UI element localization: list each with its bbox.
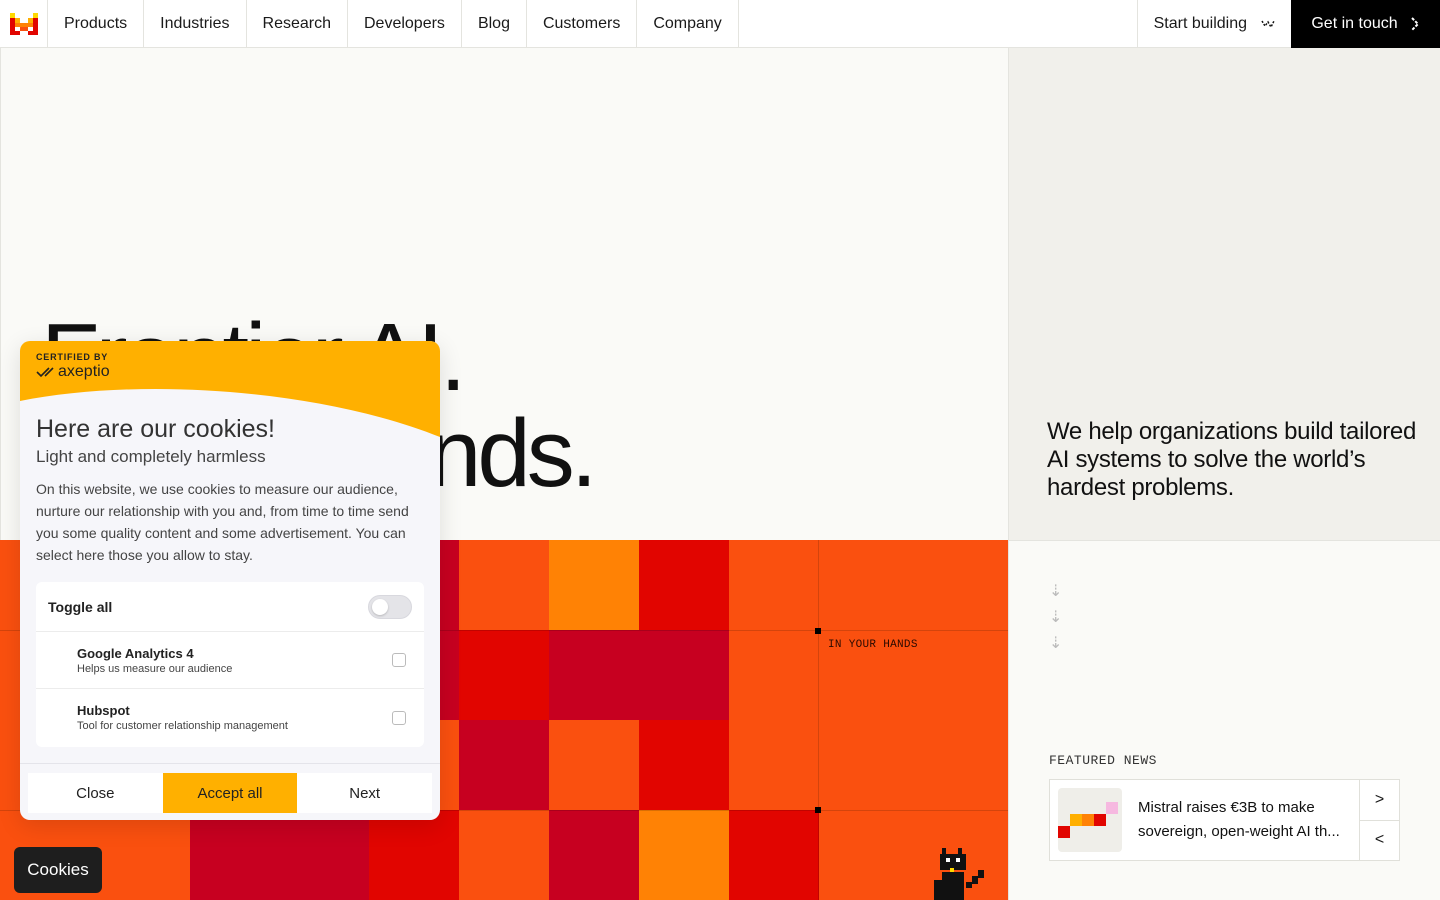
vendor-row-hubspot[interactable]: Hubspot Tool for customer relationship m… <box>36 689 424 746</box>
top-nav: Products Industries Research Developers … <box>0 0 1440 48</box>
news-pagination: > < <box>1359 780 1399 860</box>
hero-aside: We help organizations build tailored AI … <box>1008 48 1440 540</box>
grid-cell <box>549 540 639 630</box>
axeptio-check-icon <box>36 367 54 378</box>
cookies-settings-button[interactable]: Cookies <box>14 847 102 893</box>
certified-by-label: CERTIFIED BY <box>36 352 109 362</box>
cookie-body: On this website, we use cookies to measu… <box>36 481 409 563</box>
vendor-description: Helps us measure our audience <box>77 662 233 675</box>
grid-cell <box>459 540 549 630</box>
news-card[interactable]: Mistral raises €3B to make sovereign, op… <box>1049 779 1400 861</box>
grid-marker <box>815 807 821 813</box>
next-news-button[interactable]: > <box>1360 780 1399 821</box>
cookie-title: Here are our cookies! <box>36 415 276 443</box>
chevron-right-icon <box>1410 17 1420 31</box>
cookie-consent-modal: CERTIFIED BY axeptio Here are our cookie… <box>20 341 440 820</box>
start-building-label: Start building <box>1153 15 1247 32</box>
cookie-subtitle: Light and completely harmless <box>36 447 266 466</box>
next-button[interactable]: Next <box>297 773 433 813</box>
grid-cell <box>190 810 370 900</box>
pixel-cat-icon <box>934 848 984 900</box>
cookie-vendor-list: Toggle all Google Analytics 4 Helps us m… <box>36 582 424 747</box>
news-panel: ⇣ ⇣ ⇣ FEATURED NEWS Mistral raises €3B t… <box>1008 540 1440 900</box>
nav-research[interactable]: Research <box>247 0 348 48</box>
news-headline: Mistral raises €3B to make sovereign, op… <box>1138 799 1340 840</box>
grid-cell <box>639 540 729 630</box>
vendor-description: Tool for customer relationship managemen… <box>77 720 288 732</box>
nav-industries[interactable]: Industries <box>144 0 247 48</box>
grid-cell <box>459 630 549 720</box>
vendor-checkbox[interactable] <box>392 653 406 667</box>
featured-news-label: FEATURED NEWS <box>1049 753 1157 768</box>
get-in-touch-button[interactable]: Get in touch <box>1291 0 1440 48</box>
sparkle-icon <box>1261 20 1275 29</box>
get-in-touch-label: Get in touch <box>1311 15 1398 32</box>
grid-marker <box>815 628 821 634</box>
grid-cell <box>639 720 729 810</box>
hero-tagline: We help organizations build tailored AI … <box>1047 418 1416 501</box>
prev-news-button[interactable]: < <box>1360 821 1399 861</box>
news-thumbnail <box>1058 788 1122 852</box>
grid-cell <box>369 810 459 900</box>
accept-all-button[interactable]: Accept all <box>162 773 298 813</box>
grid-label: IN YOUR HANDS <box>828 639 918 651</box>
nav-products[interactable]: Products <box>48 0 145 48</box>
vendor-checkbox[interactable] <box>392 710 406 725</box>
close-button[interactable]: Close <box>28 773 163 813</box>
nav-developers[interactable]: Developers <box>348 0 462 48</box>
arrow-down-icon: ⇣ <box>1049 609 1063 626</box>
toggle-all-label: Toggle all <box>48 598 113 615</box>
axeptio-brand: axeptio <box>58 363 110 380</box>
grid-cell <box>549 810 639 900</box>
chevron-left-icon: < <box>1374 831 1385 849</box>
arrow-down-icon: ⇣ <box>1049 583 1063 600</box>
toggle-all-row: Toggle all <box>36 582 424 632</box>
toggle-all-switch[interactable] <box>368 594 412 619</box>
vendor-info: Google Analytics 4 Helps us measure our … <box>77 646 232 675</box>
vendor-name: Google Analytics 4 <box>77 645 194 661</box>
nav-blog[interactable]: Blog <box>462 0 527 48</box>
nav-company[interactable]: Company <box>637 0 739 48</box>
vendor-info: Hubspot Tool for customer relationship m… <box>77 703 288 732</box>
grid-cell <box>459 720 549 810</box>
vendor-row-google-analytics[interactable]: Google Analytics 4 Helps us measure our … <box>36 632 424 689</box>
cookie-actions: Close Accept all Next <box>20 763 440 820</box>
axeptio-logo[interactable]: axeptio <box>36 363 110 381</box>
grid-cell <box>639 810 729 900</box>
chevron-right-icon: > <box>1374 790 1385 808</box>
scroll-arrows: ⇣ ⇣ ⇣ <box>1049 581 1062 653</box>
start-building-button[interactable]: Start building <box>1136 0 1291 48</box>
grid-cell <box>549 630 729 720</box>
mistral-logo-icon[interactable] <box>0 0 48 48</box>
grid-line <box>818 540 819 900</box>
arrow-down-icon: ⇣ <box>1049 635 1063 652</box>
grid-cell <box>549 720 639 810</box>
grid-cell <box>729 810 819 900</box>
nav-customers[interactable]: Customers <box>527 0 638 48</box>
vendor-name: Hubspot <box>77 703 130 718</box>
